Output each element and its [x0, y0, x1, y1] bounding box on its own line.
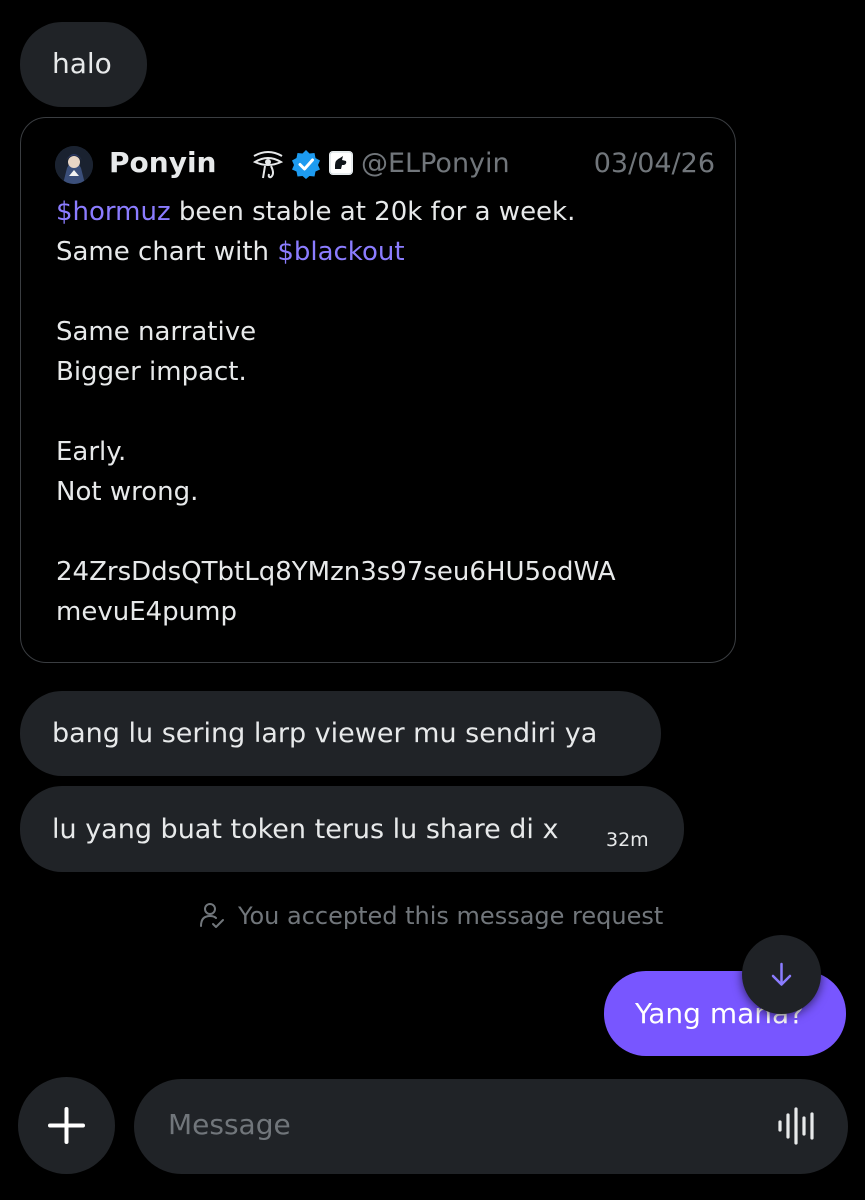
- message-input[interactable]: [168, 1107, 728, 1143]
- eye-of-horus-icon: [251, 150, 285, 180]
- message-bubble-halo[interactable]: halo: [20, 22, 147, 107]
- verified-badge-icon: [291, 149, 321, 179]
- person-check-icon: [198, 901, 226, 929]
- message-text: bang lu sering larp viewer mu sendiri ya: [52, 718, 598, 749]
- quoted-post-date: 03/04/26: [593, 148, 715, 179]
- quoted-author-handle[interactable]: @ELPonyin: [361, 147, 510, 181]
- add-attachment-button[interactable]: [18, 1077, 115, 1174]
- plus-icon: [48, 1107, 85, 1144]
- cashtag-link[interactable]: $blackout: [277, 237, 404, 267]
- cashtag-link[interactable]: $hormuz: [56, 197, 171, 227]
- quoted-line: Same narrative: [56, 317, 257, 347]
- quoted-author-name[interactable]: Ponyin: [109, 146, 216, 180]
- avatar[interactable]: [55, 146, 93, 184]
- quoted-line: $hormuz been stable at 20k for a week.: [56, 192, 706, 232]
- quoted-line: 24ZrsDdsQTbtLq8YMzn3s97seu6HU5odWA: [56, 557, 616, 587]
- quoted-line: Early.: [56, 437, 127, 467]
- message-text: halo: [52, 47, 112, 80]
- message-timestamp: 32m: [606, 829, 649, 851]
- message-bubble[interactable]: bang lu sering larp viewer mu sendiri ya: [20, 691, 661, 776]
- scroll-to-bottom-button[interactable]: [742, 935, 821, 1014]
- quoted-post-card[interactable]: Ponyin @ELPonyin 03/04/26 $hormuz been s…: [20, 117, 736, 663]
- affiliate-badge-icon: [329, 151, 353, 175]
- notice-text: You accepted this message request: [238, 902, 664, 930]
- message-composer[interactable]: [134, 1079, 848, 1174]
- quoted-post-header: Ponyin @ELPonyin 03/04/26: [55, 144, 715, 184]
- quoted-line: Bigger impact.: [56, 357, 247, 387]
- quoted-line: Same chart with $blackout: [56, 232, 706, 272]
- quoted-line: mevuE4pump: [56, 597, 237, 627]
- message-bubble[interactable]: lu yang buat token terus lu share di x 3…: [20, 786, 684, 872]
- quoted-line-text: Same chart with: [56, 237, 278, 267]
- message-text: lu yang buat token terus lu share di x: [52, 814, 559, 845]
- quoted-line: Not wrong.: [56, 477, 199, 507]
- voice-wave-icon[interactable]: [776, 1106, 820, 1146]
- quoted-line-text: been stable at 20k for a week.: [170, 197, 576, 227]
- arrow-down-icon: [771, 962, 792, 986]
- quoted-post-text: $hormuz been stable at 20k for a week. S…: [56, 192, 706, 632]
